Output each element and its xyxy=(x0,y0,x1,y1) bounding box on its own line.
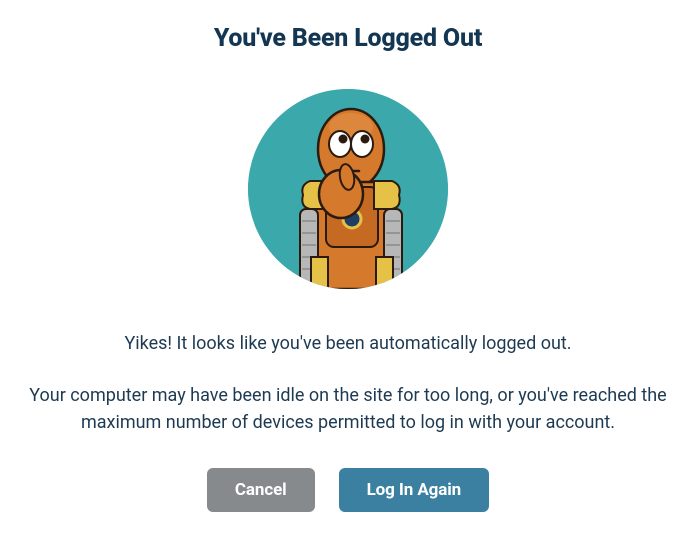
message-secondary: Your computer may have been idle on the … xyxy=(23,382,673,436)
dialog-title: You've Been Logged Out xyxy=(214,24,482,53)
robot-thinking-icon xyxy=(248,89,448,289)
dialog-actions: Cancel Log In Again xyxy=(207,468,489,512)
login-again-button[interactable]: Log In Again xyxy=(339,468,490,512)
robot-thinking-illustration xyxy=(248,89,448,289)
message-primary: Yikes! It looks like you've been automat… xyxy=(124,333,571,354)
cancel-button[interactable]: Cancel xyxy=(207,468,315,512)
